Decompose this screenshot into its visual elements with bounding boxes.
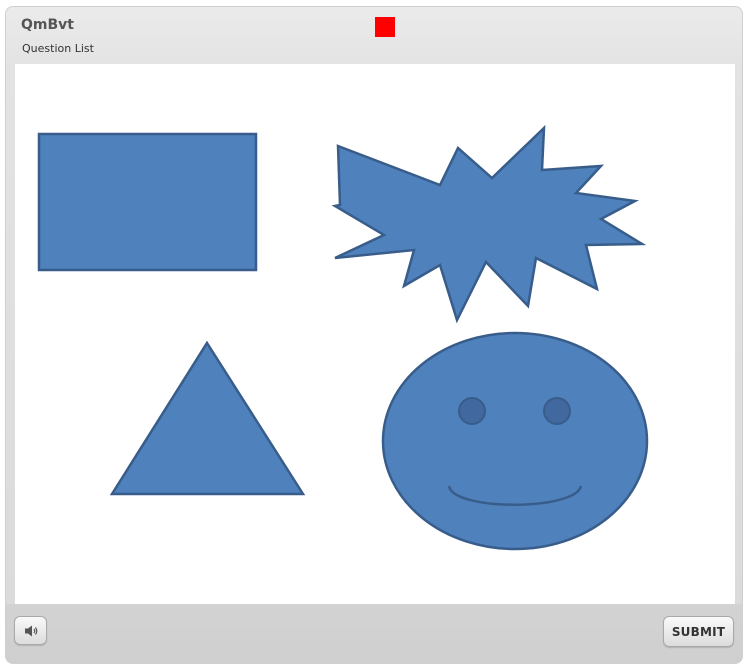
submit-button[interactable]: SUBMIT bbox=[663, 616, 734, 647]
question-list-link[interactable]: Question List bbox=[22, 42, 94, 55]
smiley-face-outline bbox=[381, 331, 649, 551]
question-stage bbox=[15, 64, 735, 604]
speaker-icon bbox=[24, 625, 37, 636]
smiley-left-eye bbox=[458, 397, 486, 425]
smiley-face-shape[interactable] bbox=[381, 331, 649, 551]
footer-toolbar: SUBMIT bbox=[6, 604, 742, 664]
audio-button[interactable] bbox=[14, 616, 47, 645]
quiz-window: QmBvt Question List SUBMIT bbox=[5, 6, 743, 664]
explosion-star-shape[interactable] bbox=[331, 124, 647, 324]
smiley-right-eye bbox=[543, 397, 571, 425]
quiz-title: QmBvt bbox=[21, 17, 74, 33]
red-square-marker bbox=[375, 17, 395, 37]
rectangle-shape[interactable] bbox=[37, 132, 258, 272]
triangle-shape[interactable] bbox=[109, 340, 306, 496]
